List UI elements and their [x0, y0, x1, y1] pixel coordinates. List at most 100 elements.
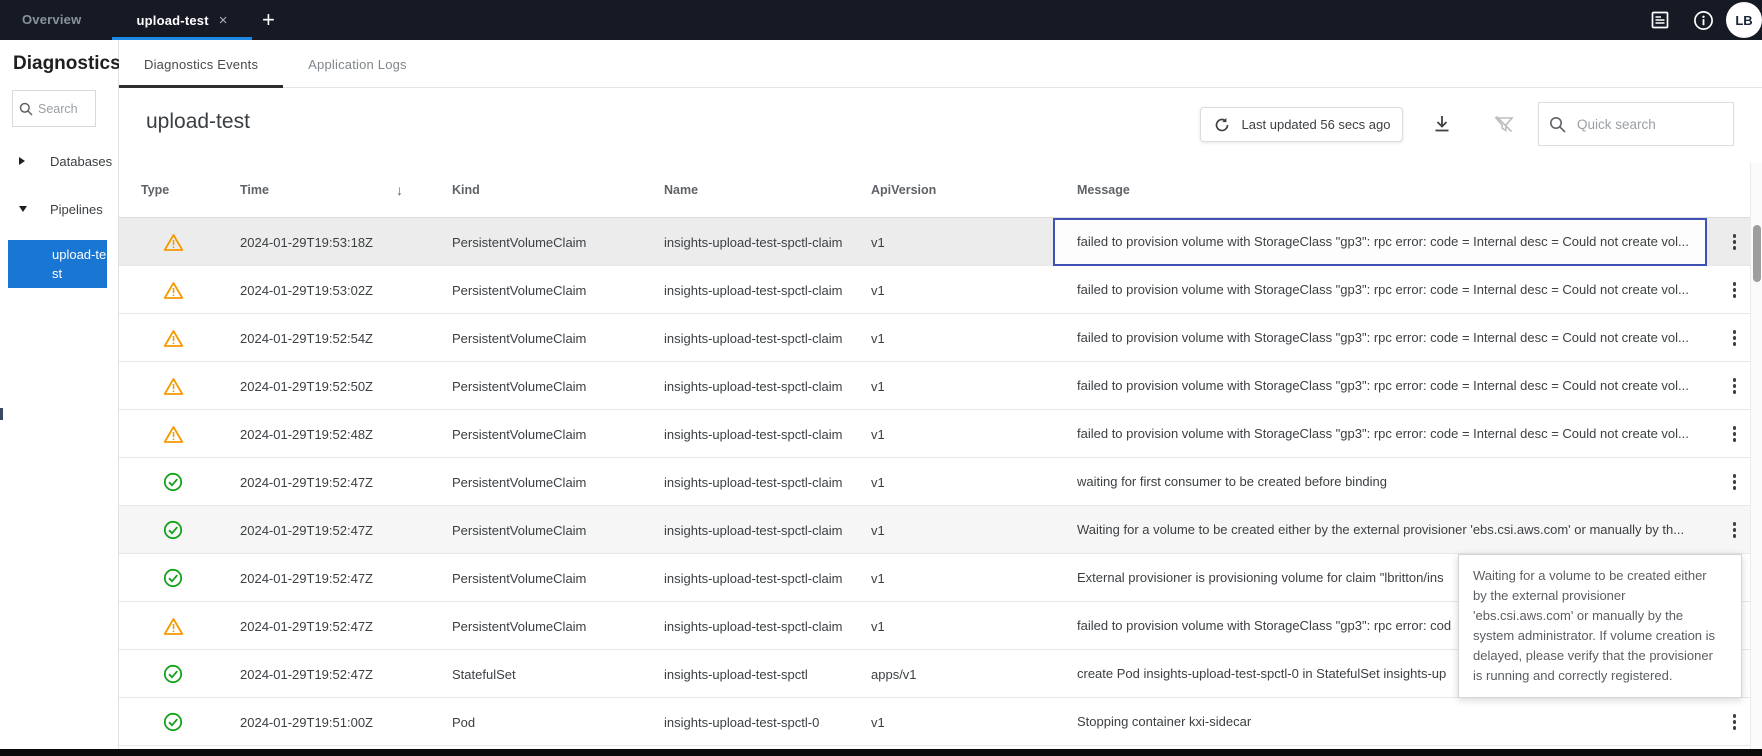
warning-icon [163, 377, 184, 396]
chevron-down-icon[interactable] [19, 206, 27, 212]
table-row[interactable]: 2024-01-29T19:52:47ZPersistentVolumeClai… [119, 506, 1762, 554]
refresh-icon [1213, 116, 1231, 134]
time-cell: 2024-01-29T19:52:47Z [240, 571, 452, 586]
kind-cell: PersistentVolumeClaim [452, 523, 664, 538]
info-icon[interactable] [1691, 8, 1715, 32]
table-row[interactable]: 2024-01-29T19:52:54ZPersistentVolumeClai… [119, 314, 1762, 362]
column-header-message[interactable]: Message [1053, 163, 1707, 217]
message-cell[interactable]: failed to provision volume with StorageC… [1053, 314, 1707, 362]
success-type-cell [119, 664, 240, 684]
kind-cell: PersistentVolumeClaim [452, 379, 664, 394]
apiversion-cell: v1 [871, 427, 1053, 442]
table-row[interactable]: 2024-01-29T19:53:02ZPersistentVolumeClai… [119, 266, 1762, 314]
main-tab-bar: Diagnostics Events Application Logs [119, 40, 1762, 88]
name-cell: insights-upload-test-spctl-claim [664, 331, 871, 346]
message-cell[interactable]: Waiting for a volume to be created eithe… [1053, 506, 1707, 554]
kebab-menu-icon[interactable] [1725, 324, 1745, 352]
time-cell: 2024-01-29T19:52:47Z [240, 667, 452, 682]
tab-diagnostics-events[interactable]: Diagnostics Events [119, 40, 283, 88]
tab-upload-test[interactable]: upload-test × [112, 0, 252, 40]
quick-search-input[interactable] [1577, 117, 1707, 132]
message-cell[interactable]: failed to provision volume with StorageC… [1053, 218, 1707, 266]
new-tab-button[interactable]: + [262, 7, 275, 33]
apiversion-cell: v1 [871, 235, 1053, 250]
column-header-name[interactable]: Name [664, 163, 871, 217]
kebab-menu-icon[interactable] [1725, 276, 1745, 304]
time-cell: 2024-01-29T19:52:47Z [240, 619, 452, 634]
message-cell[interactable]: waiting for first consumer to be created… [1053, 458, 1707, 506]
time-cell: 2024-01-29T19:53:18Z [240, 235, 452, 250]
message-cell[interactable]: failed to provision volume with StorageC… [1053, 410, 1707, 458]
table-row[interactable]: 2024-01-29T19:52:47ZPersistentVolumeClai… [119, 458, 1762, 506]
quick-search[interactable] [1538, 102, 1734, 146]
kebab-menu-icon[interactable] [1725, 420, 1745, 448]
tab-application-logs[interactable]: Application Logs [283, 40, 432, 88]
table-row[interactable]: 2024-01-29T19:52:50ZPersistentVolumeClai… [119, 362, 1762, 410]
kebab-menu-icon[interactable] [1725, 468, 1745, 496]
toolbar: upload-test Last updated 56 secs ago [119, 88, 1762, 163]
kind-cell: StatefulSet [452, 667, 664, 682]
chevron-right-icon[interactable] [19, 157, 25, 165]
kebab-menu-icon[interactable] [1725, 372, 1745, 400]
table-row[interactable]: 2024-01-29T19:51:00ZPodinsights-upload-t… [119, 698, 1762, 746]
vertical-scrollbar[interactable] [1750, 163, 1762, 749]
apiversion-cell: v1 [871, 331, 1053, 346]
message-cell[interactable]: failed to provision volume with StorageC… [1053, 266, 1707, 314]
name-cell: insights-upload-test-spctl-0 [664, 715, 871, 730]
sidebar-resize-tick[interactable] [0, 408, 3, 420]
warning-type-cell [119, 425, 240, 444]
time-cell: 2024-01-29T19:52:50Z [240, 379, 452, 394]
column-header-type[interactable]: Type [119, 163, 240, 217]
name-cell: insights-upload-test-spctl-claim [664, 619, 871, 634]
sidebar-item-databases[interactable]: Databases [0, 144, 119, 178]
kebab-menu-icon[interactable] [1725, 708, 1745, 736]
avatar[interactable]: LB [1726, 2, 1762, 38]
table-row[interactable]: 2024-01-29T19:53:18ZPersistentVolumeClai… [119, 218, 1762, 266]
name-cell: insights-upload-test-spctl-claim [664, 571, 871, 586]
warning-icon [163, 617, 184, 636]
kind-cell: Pod [452, 715, 664, 730]
sidebar-item-pipelines[interactable]: Pipelines [0, 192, 119, 226]
success-icon [163, 568, 183, 588]
warning-icon [163, 281, 184, 300]
kind-cell: PersistentVolumeClaim [452, 235, 664, 250]
warning-type-cell [119, 233, 240, 252]
sidebar-item-upload-test-selected[interactable]: upload-test [8, 240, 107, 288]
filter-off-icon[interactable] [1491, 111, 1517, 137]
column-header-apiversion[interactable]: ApiVersion [871, 163, 1053, 217]
sidebar-item-label: Pipelines [50, 202, 103, 217]
message-cell[interactable]: failed to provision volume with StorageC… [1053, 362, 1707, 410]
tab-overview[interactable]: Overview [22, 0, 81, 40]
sort-desc-icon[interactable]: ↓ [396, 182, 403, 198]
name-cell: insights-upload-test-spctl-claim [664, 235, 871, 250]
top-bar: Overview upload-test × + LB [0, 0, 1762, 40]
download-icon[interactable] [1429, 111, 1455, 137]
kind-cell: PersistentVolumeClaim [452, 571, 664, 586]
kebab-menu-icon[interactable] [1725, 228, 1745, 256]
sidebar-search[interactable] [12, 90, 96, 127]
column-header-time[interactable]: Time ↓ [240, 163, 452, 217]
apiversion-cell: v1 [871, 619, 1053, 634]
apiversion-cell: v1 [871, 283, 1053, 298]
message-cell[interactable]: Stopping container kxi-sidecar [1053, 698, 1707, 746]
apiversion-cell: apps/v1 [871, 667, 1053, 682]
apiversion-cell: v1 [871, 379, 1053, 394]
scrollbar-thumb[interactable] [1753, 225, 1761, 282]
name-cell: insights-upload-test-spctl-claim [664, 523, 871, 538]
search-input[interactable] [38, 102, 88, 116]
time-cell: 2024-01-29T19:52:47Z [240, 475, 452, 490]
column-header-kind[interactable]: Kind [452, 163, 664, 217]
success-icon [163, 472, 183, 492]
sidebar-title: Diagnostics [13, 53, 121, 75]
sidebar: Diagnostics Databases Pipelines upload-t… [0, 40, 119, 749]
kebab-menu-icon[interactable] [1725, 516, 1745, 544]
success-icon [163, 664, 183, 684]
table-header: Type Time ↓ Kind Name ApiVersion Message [119, 163, 1762, 218]
last-updated-label: Last updated 56 secs ago [1242, 117, 1391, 132]
search-icon [19, 102, 33, 116]
release-notes-icon[interactable] [1648, 8, 1672, 32]
close-tab-icon[interactable]: × [219, 13, 228, 28]
warning-type-cell [119, 329, 240, 348]
table-row[interactable]: 2024-01-29T19:52:48ZPersistentVolumeClai… [119, 410, 1762, 458]
refresh-button[interactable]: Last updated 56 secs ago [1200, 107, 1403, 142]
